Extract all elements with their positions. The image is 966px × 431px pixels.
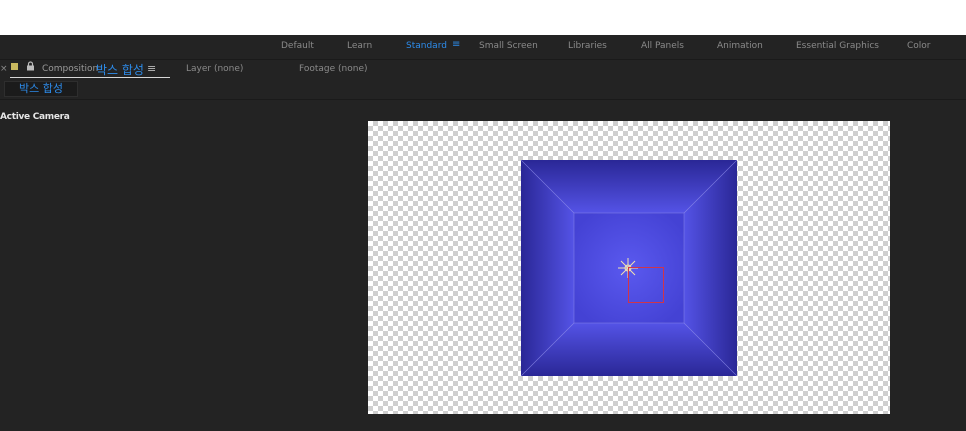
workspace-default[interactable]: Default — [281, 41, 314, 51]
divider — [0, 99, 966, 100]
active-tab-indicator — [10, 77, 170, 78]
panel-menu-icon[interactable]: ≡ — [147, 62, 156, 75]
workspace-libraries[interactable]: Libraries — [568, 41, 607, 51]
after-effects-window: Default Learn Standard ≡ Small Screen Li… — [0, 35, 966, 431]
hamburger-icon[interactable]: ≡ — [452, 39, 460, 50]
workspace-animation[interactable]: Animation — [717, 41, 763, 51]
workspace-standard[interactable]: Standard — [406, 41, 447, 51]
active-camera-label: Active Camera — [0, 112, 70, 122]
workspace-color[interactable]: Color — [907, 41, 931, 51]
label-color-swatch — [11, 63, 18, 70]
tab-footage[interactable]: Footage (none) — [299, 64, 368, 74]
lock-icon[interactable] — [26, 61, 35, 71]
workspace-small-screen[interactable]: Small Screen — [479, 41, 538, 51]
workspace-essential-graphics[interactable]: Essential Graphics — [796, 41, 879, 51]
selection-bounding-box[interactable] — [628, 267, 664, 303]
composition-canvas[interactable] — [368, 121, 890, 414]
tab-layer[interactable]: Layer (none) — [186, 64, 243, 74]
composition-breadcrumb[interactable]: 박스 합성 — [4, 81, 78, 97]
composition-tab-label[interactable]: Composition — [42, 64, 98, 74]
workspace-bar: Default Learn Standard ≡ Small Screen Li… — [0, 35, 966, 60]
workspace-all-panels[interactable]: All Panels — [641, 41, 684, 51]
breadcrumb-label: 박스 합성 — [19, 82, 63, 95]
composition-name[interactable]: 박스 합성 — [96, 61, 144, 78]
close-icon[interactable]: × — [0, 64, 8, 74]
workspace-learn[interactable]: Learn — [347, 41, 372, 51]
